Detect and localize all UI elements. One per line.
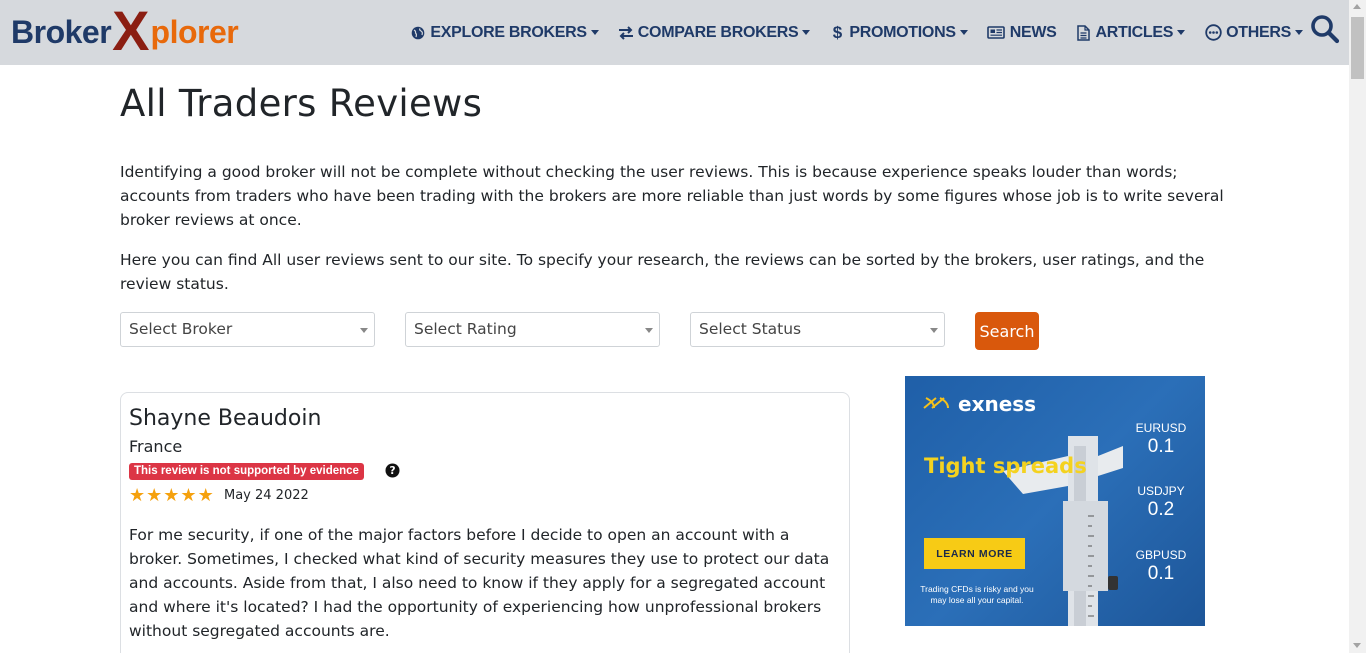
quote-value: 0.1 — [1147, 563, 1175, 584]
logo-text-x: X — [112, 0, 150, 62]
ad-risk-warning: Trading CFDs is risky and you may lose a… — [920, 584, 1034, 605]
scrollbar-thumb[interactable] — [1351, 17, 1364, 79]
status-select[interactable]: Select Status — [690, 312, 945, 347]
broker-select[interactable]: Select Broker — [120, 312, 375, 347]
ad-headline: Tight spreads — [924, 454, 1087, 478]
page-scrollbar[interactable] — [1349, 0, 1366, 653]
status-badge: This review is not supported by evidence — [129, 463, 364, 480]
page-title: All Traders Reviews — [120, 82, 483, 125]
svg-text:?: ? — [389, 465, 395, 477]
status-select-value: Select Status — [699, 320, 802, 338]
caret-down-icon — [1295, 30, 1303, 35]
star-icon: ★ — [180, 485, 197, 505]
quote-gbpusd: GBPUSD 0.1 — [1131, 548, 1191, 585]
nav-label: COMPARE BROKERS — [637, 23, 799, 41]
top-navbar: Broker X plorer EXPLORE BROKERS COMPARE … — [0, 0, 1349, 65]
review-date: May 24 2022 — [224, 488, 309, 503]
caret-down-icon — [959, 30, 968, 35]
chevron-down-icon — [930, 328, 938, 333]
star-icon: ★ — [129, 485, 146, 505]
nav-others[interactable]: OTHERS — [1204, 24, 1303, 42]
review-card: Shayne Beaudoin France This review is no… — [120, 392, 850, 653]
quote-usdjpy: USDJPY 0.2 — [1131, 484, 1191, 521]
intro-paragraph: Identifying a good broker will not be co… — [120, 163, 1224, 229]
nav-label: ARTICLES — [1095, 23, 1174, 41]
rating-select-value: Select Rating — [414, 320, 517, 338]
learn-more-button[interactable]: LEARN MORE — [924, 538, 1025, 569]
document-icon — [1076, 24, 1092, 41]
globe-icon — [410, 25, 426, 41]
nav-compare-brokers[interactable]: COMPARE BROKERS — [618, 24, 811, 42]
star-icon: ★ — [146, 485, 163, 505]
rating-stars: ★ ★ ★ ★ ★ — [129, 486, 214, 504]
nav-label: EXPLORE BROKERS — [430, 23, 587, 41]
scroll-up-icon[interactable] — [1353, 4, 1361, 9]
broker-select-value: Select Broker — [129, 320, 233, 338]
exness-brand-text: exness — [958, 392, 1037, 416]
quote-pair: GBPUSD — [1135, 548, 1187, 562]
dollar-icon: $ — [832, 22, 842, 42]
scroll-down-icon[interactable] — [1353, 643, 1361, 648]
nav-label: PROMOTIONS — [849, 23, 956, 41]
chevron-down-icon — [360, 328, 368, 333]
search-button[interactable]: Search — [975, 312, 1039, 350]
star-icon: ★ — [197, 485, 214, 505]
quote-pair: USDJPY — [1137, 484, 1185, 498]
quote-value: 0.1 — [1147, 436, 1175, 457]
exness-ad-banner[interactable]: exness Tight spreads LEARN MORE Trading … — [905, 376, 1205, 626]
caret-down-icon — [802, 30, 811, 35]
rating-select[interactable]: Select Rating — [405, 312, 660, 347]
reviewer-name: Shayne Beaudoin — [129, 406, 322, 431]
site-logo[interactable]: Broker X plorer — [11, 0, 239, 62]
nav-explore-brokers[interactable]: EXPLORE BROKERS — [410, 23, 599, 42]
intro-paragraph-2: Here you can find All user reviews sent … — [120, 251, 1205, 293]
nav-label: OTHERS — [1226, 23, 1291, 41]
exness-logo: exness — [922, 392, 1036, 416]
caret-down-icon — [1177, 30, 1186, 35]
ellipsis-circle-icon — [1204, 24, 1222, 41]
nav-articles[interactable]: ARTICLES — [1076, 24, 1186, 42]
logo-text-broker: Broker — [11, 13, 112, 50]
chevron-down-icon — [645, 328, 653, 333]
nav-label: NEWS — [1009, 23, 1057, 41]
nav-promotions[interactable]: $ PROMOTIONS — [829, 22, 968, 42]
star-icon: ★ — [163, 485, 180, 505]
caret-down-icon — [590, 30, 599, 35]
exchange-icon — [618, 25, 634, 41]
quote-eurusd: EURUSD 0.1 — [1131, 421, 1191, 458]
newspaper-icon — [987, 25, 1006, 41]
quote-pair: EURUSD — [1135, 421, 1187, 435]
search-icon[interactable] — [1310, 14, 1340, 44]
nav-news[interactable]: NEWS — [987, 24, 1057, 42]
reviewer-country: France — [129, 437, 183, 456]
main-nav: EXPLORE BROKERS COMPARE BROKERS $ PROMOT… — [391, 0, 1303, 65]
quote-value: 0.2 — [1147, 499, 1175, 520]
review-text: For me security, if one of the major fac… — [129, 526, 830, 640]
question-circle-icon[interactable]: ? — [385, 463, 400, 478]
logo-text-plorer: plorer — [150, 13, 239, 50]
exness-mark-icon — [922, 394, 954, 415]
